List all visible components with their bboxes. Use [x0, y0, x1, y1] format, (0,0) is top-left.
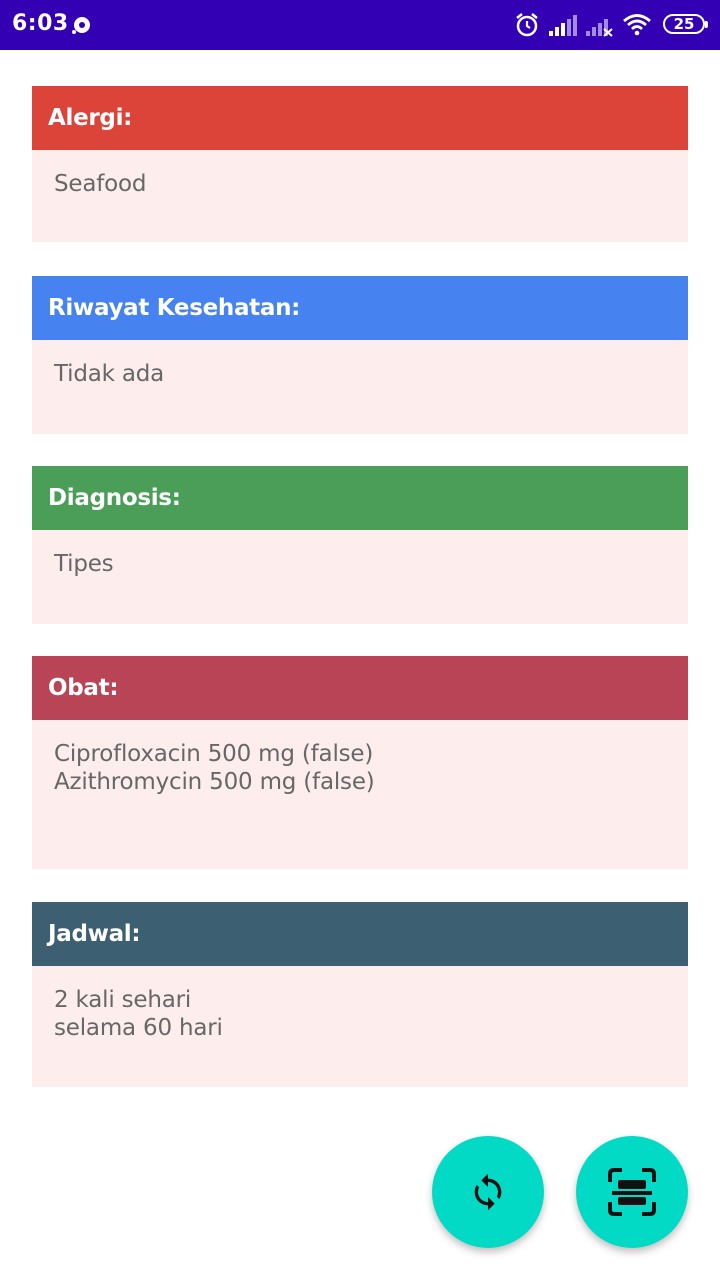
health-history-header: Riwayat Kesehatan:: [32, 276, 688, 340]
battery-level: 25: [673, 15, 695, 33]
diagnosis-header: Diagnosis:: [32, 466, 688, 530]
allergy-header: Alergi:: [32, 86, 688, 150]
medicine-card: Obat: Ciprofloxacin 500 mg (false) Azith…: [32, 656, 688, 869]
media-icon: [72, 17, 90, 34]
signal-icon: [549, 15, 577, 36]
medicine-content: Ciprofloxacin 500 mg (false) Azithromyci…: [32, 720, 688, 869]
battery-icon: 25: [663, 14, 708, 34]
schedule-content: 2 kali sehari selama 60 hari: [32, 966, 688, 1087]
scan-icon: [608, 1168, 656, 1216]
status-time: 6:03: [12, 11, 69, 36]
health-history-content: Tidak ada: [32, 340, 688, 434]
allergy-content: Seafood: [32, 150, 688, 242]
refresh-icon: [474, 1173, 502, 1211]
wifi-icon: [623, 14, 651, 36]
alarm-icon: [516, 13, 538, 37]
medicine-header: Obat:: [32, 656, 688, 720]
status-bar: 6:03 25: [0, 0, 720, 50]
refresh-button[interactable]: [432, 1136, 544, 1248]
diagnosis-content: Tipes: [32, 530, 688, 624]
diagnosis-card: Diagnosis: Tipes: [32, 466, 688, 624]
health-history-card: Riwayat Kesehatan: Tidak ada: [32, 276, 688, 434]
scan-button[interactable]: [576, 1136, 688, 1248]
schedule-header: Jadwal:: [32, 902, 688, 966]
allergy-card: Alergi: Seafood: [32, 86, 688, 242]
signal-no-service-icon: [586, 19, 613, 37]
schedule-card: Jadwal: 2 kali sehari selama 60 hari: [32, 902, 688, 1087]
